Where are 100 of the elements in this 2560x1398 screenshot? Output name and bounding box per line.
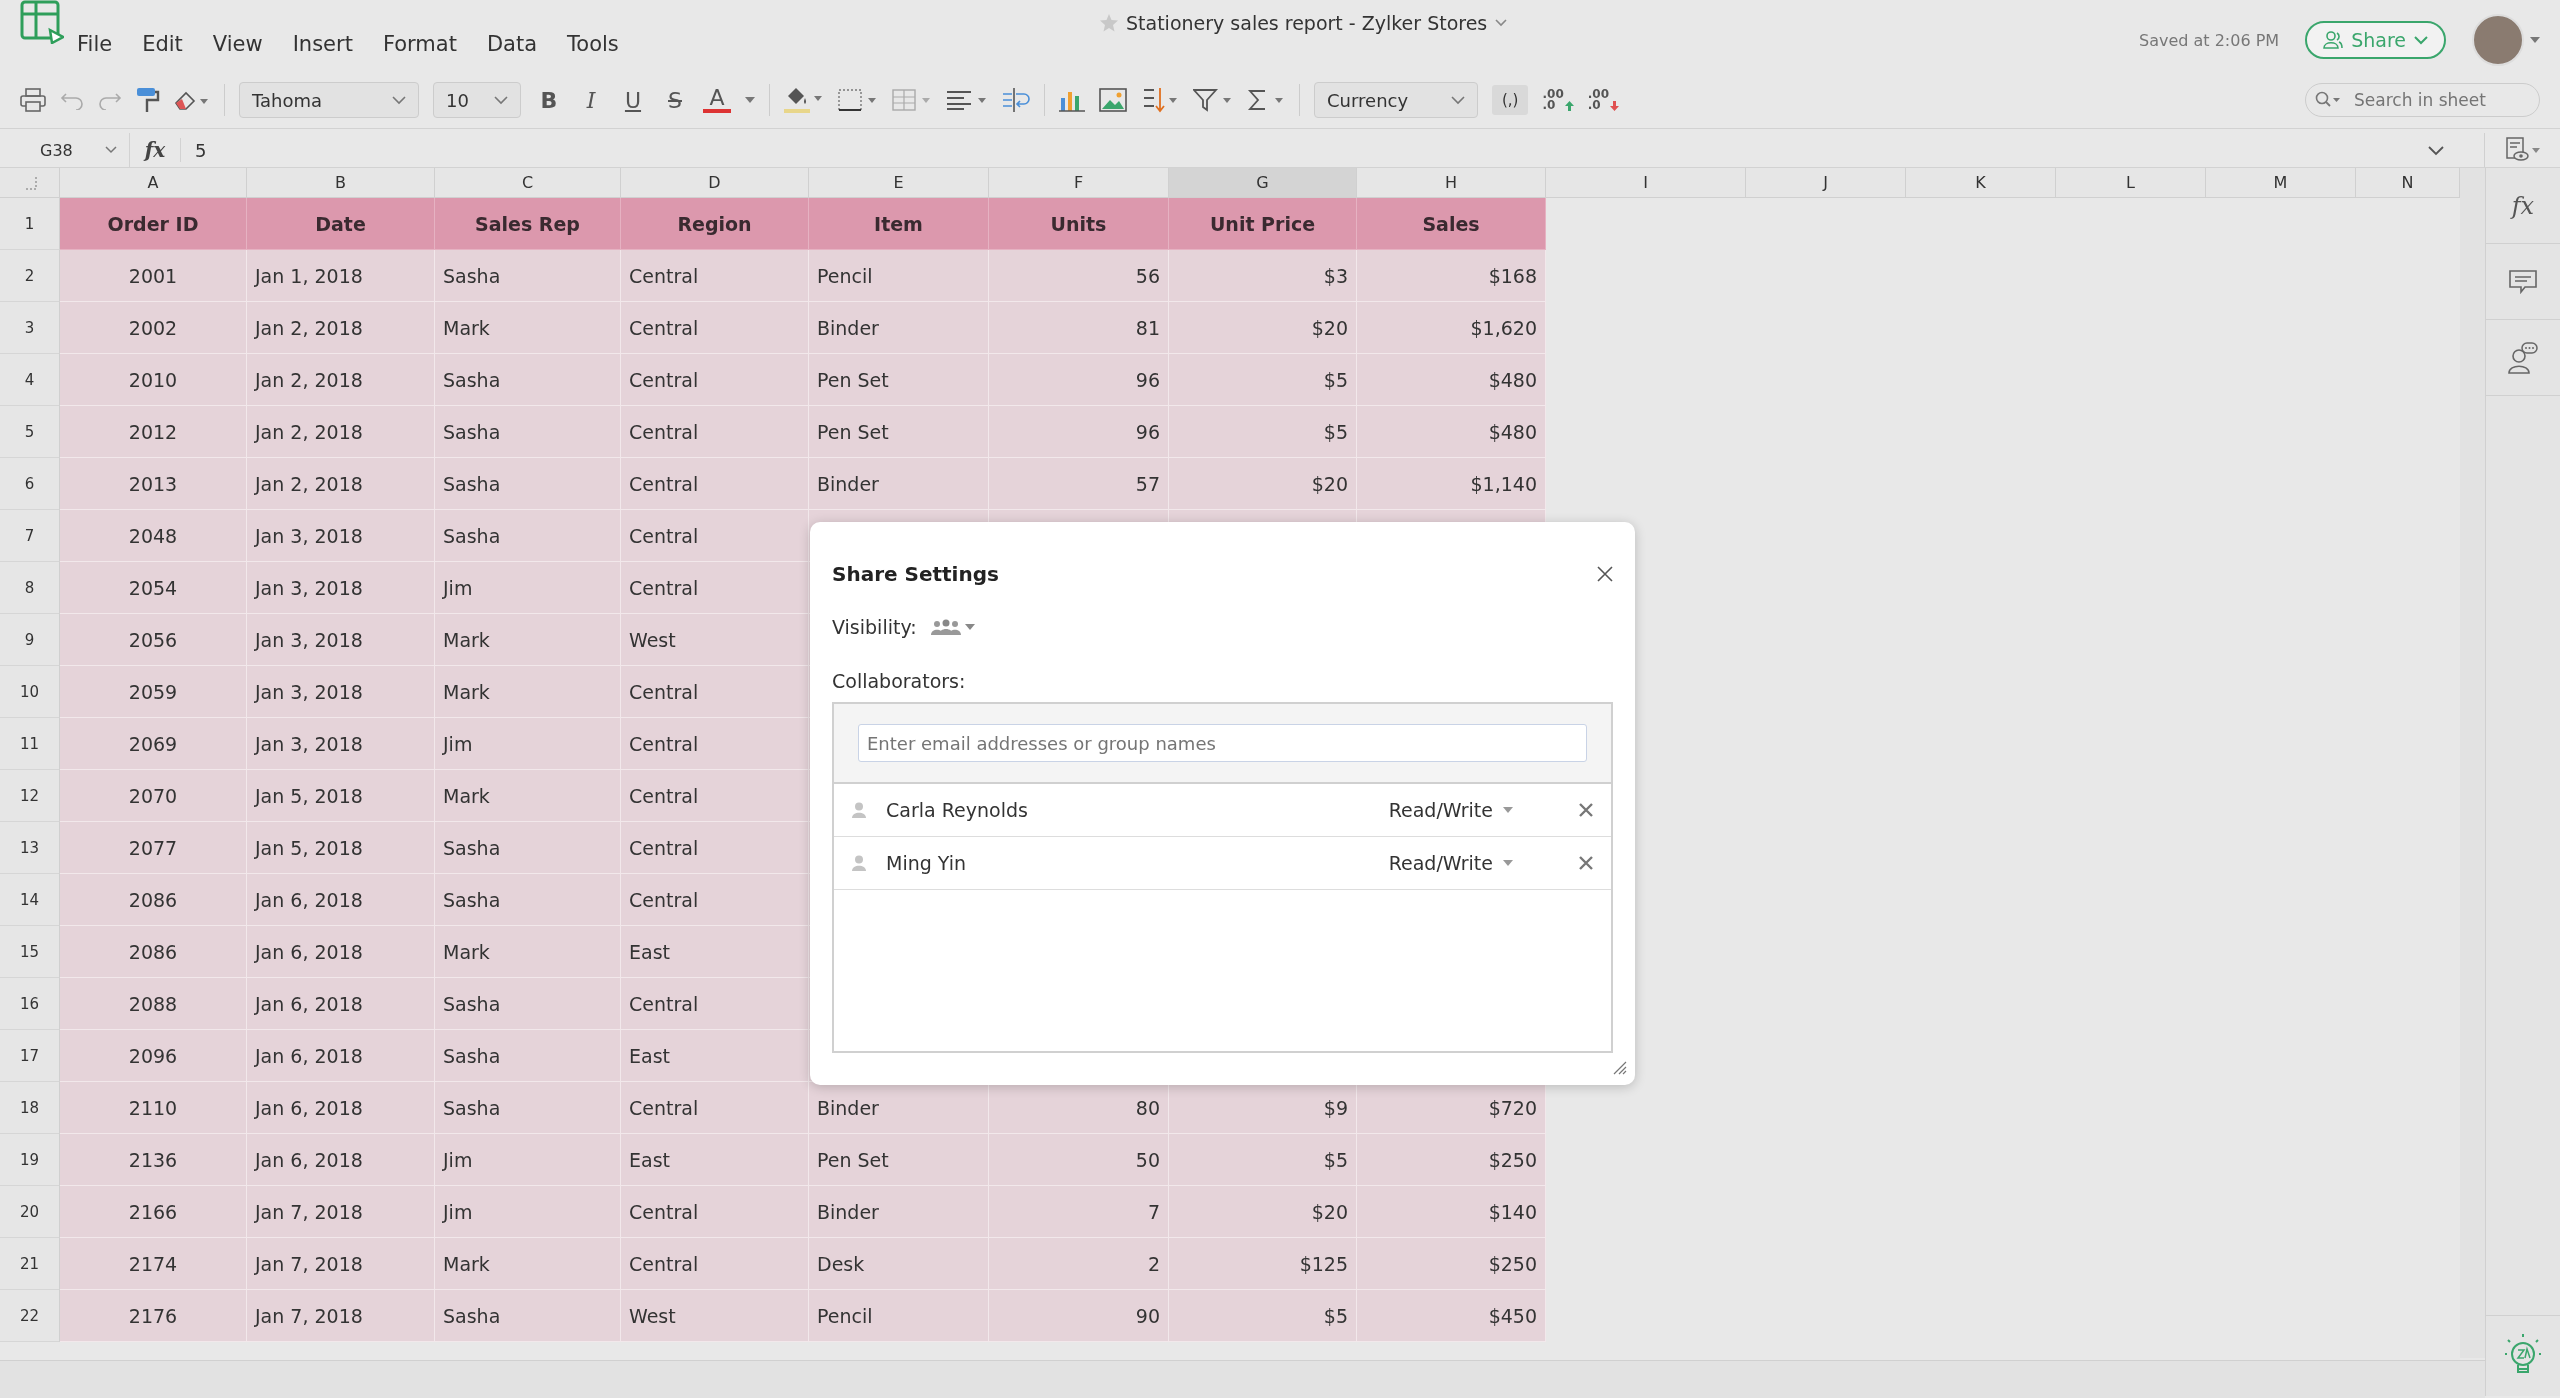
column-header[interactable]: K <box>1906 168 2056 198</box>
row-header[interactable]: 22 <box>0 1290 60 1342</box>
row-header[interactable]: 6 <box>0 458 60 510</box>
menu-item[interactable]: Tools <box>554 32 632 56</box>
menu-item[interactable]: View <box>199 32 276 56</box>
table-cell: 2069 <box>60 718 247 770</box>
row-header[interactable]: 15 <box>0 926 60 978</box>
column-header[interactable]: C <box>435 168 621 198</box>
column-header[interactable]: M <box>2206 168 2356 198</box>
font-size-select[interactable]: 10 <box>433 82 521 118</box>
table-cell: 56 <box>989 250 1169 302</box>
cell-reference-box[interactable]: G38 <box>0 133 130 167</box>
menu-item[interactable]: Insert <box>279 32 366 56</box>
column-header[interactable]: L <box>2056 168 2206 198</box>
table-cell: 2096 <box>60 1030 247 1082</box>
table-cell: Jan 6, 2018 <box>247 1134 435 1186</box>
row-header[interactable]: 5 <box>0 406 60 458</box>
save-status: Saved at 2:06 PM <box>2139 30 2280 50</box>
table-cell: Mark <box>435 770 621 822</box>
table-cell: 80 <box>989 1082 1169 1134</box>
table-cell: Sasha <box>435 510 621 562</box>
column-header[interactable]: F <box>989 168 1169 198</box>
decrease-decimal-button[interactable]: .00 .0 <box>1587 89 1619 111</box>
row-header[interactable]: 3 <box>0 302 60 354</box>
row-header[interactable]: 2 <box>0 250 60 302</box>
format-button[interactable]: U <box>619 87 647 113</box>
format-button[interactable]: B <box>535 87 563 113</box>
formula-input[interactable]: 5 <box>181 139 2428 161</box>
menu-item[interactable]: File <box>64 32 126 56</box>
font-select[interactable]: Tahoma <box>239 82 419 118</box>
format-button[interactable]: A <box>703 87 731 113</box>
increase-decimal-button[interactable]: .00 .0 <box>1542 89 1574 111</box>
search-field[interactable]: Search in sheet <box>2305 83 2540 117</box>
table-cell: Jan 2, 2018 <box>247 302 435 354</box>
menu-item[interactable]: Edit <box>129 32 196 56</box>
column-header[interactable]: B <box>247 168 435 198</box>
column-header[interactable]: J <box>1746 168 1906 198</box>
table-cell: East <box>621 1030 809 1082</box>
row-header[interactable]: 14 <box>0 874 60 926</box>
table-cell: West <box>621 1290 809 1342</box>
function-label[interactable]: fx <box>130 138 181 162</box>
table-cell: Mark <box>435 614 621 666</box>
row-header[interactable]: 21 <box>0 1238 60 1290</box>
column-title: Date <box>247 198 435 250</box>
table-cell: Mark <box>435 926 621 978</box>
permission-dropdown[interactable]: Read/Write <box>1388 852 1513 874</box>
column-header[interactable]: G <box>1169 168 1357 198</box>
table-cell: $480 <box>1357 354 1546 406</box>
row-header[interactable]: 9 <box>0 614 60 666</box>
table-cell: Pencil <box>809 250 989 302</box>
table-cell: Central <box>621 978 809 1030</box>
column-header[interactable]: D <box>621 168 809 198</box>
table-cell: 2070 <box>60 770 247 822</box>
table-cell: 2110 <box>60 1082 247 1134</box>
table-cell: 2012 <box>60 406 247 458</box>
column-header[interactable]: I <box>1546 168 1746 198</box>
table-cell: Central <box>621 1082 809 1134</box>
table-cell: Jan 2, 2018 <box>247 406 435 458</box>
permission-dropdown[interactable]: Read/Write <box>1388 799 1513 821</box>
table-cell: Jan 1, 2018 <box>247 250 435 302</box>
format-button[interactable]: S <box>661 87 689 113</box>
number-format-select[interactable]: Currency <box>1314 82 1478 118</box>
row-header[interactable]: 7 <box>0 510 60 562</box>
row-header[interactable]: 12 <box>0 770 60 822</box>
row-header[interactable]: 10 <box>0 666 60 718</box>
column-header[interactable]: E <box>809 168 989 198</box>
row-header[interactable]: 11 <box>0 718 60 770</box>
email-input[interactable]: Enter email addresses or group names <box>858 724 1587 762</box>
column-header[interactable]: H <box>1357 168 1546 198</box>
comma-style-button[interactable]: (,) <box>1492 85 1529 115</box>
row-header[interactable]: 18 <box>0 1082 60 1134</box>
row-header[interactable]: 20 <box>0 1186 60 1238</box>
table-cell: 50 <box>989 1134 1169 1186</box>
row-header[interactable]: 4 <box>0 354 60 406</box>
column-header[interactable]: A <box>60 168 247 198</box>
table-cell: 81 <box>989 302 1169 354</box>
table-cell: Sasha <box>435 874 621 926</box>
row-header[interactable]: 17 <box>0 1030 60 1082</box>
table-cell: Jim <box>435 562 621 614</box>
table-cell: 57 <box>989 458 1169 510</box>
functions-button[interactable]: fx <box>2511 191 2535 220</box>
row-header[interactable]: 19 <box>0 1134 60 1186</box>
row-header[interactable]: 1 <box>0 198 60 250</box>
row-header[interactable]: 13 <box>0 822 60 874</box>
table-cell: $250 <box>1357 1238 1546 1290</box>
format-button[interactable]: I <box>577 87 605 113</box>
row-header[interactable]: 8 <box>0 562 60 614</box>
table-cell: 2010 <box>60 354 247 406</box>
table-cell: Sasha <box>435 1082 621 1134</box>
row-header[interactable]: 16 <box>0 978 60 1030</box>
column-title: Sales Rep <box>435 198 621 250</box>
table-cell: Jan 6, 2018 <box>247 874 435 926</box>
table-cell: 2166 <box>60 1186 247 1238</box>
table-cell: Desk <box>809 1238 989 1290</box>
menu-item[interactable]: Format <box>369 32 470 56</box>
table-cell: West <box>621 614 809 666</box>
column-header[interactable]: N <box>2356 168 2460 198</box>
menu-item[interactable]: Data <box>473 32 551 56</box>
collaborators-label: Collaborators: <box>832 670 967 692</box>
table-cell: 2136 <box>60 1134 247 1186</box>
